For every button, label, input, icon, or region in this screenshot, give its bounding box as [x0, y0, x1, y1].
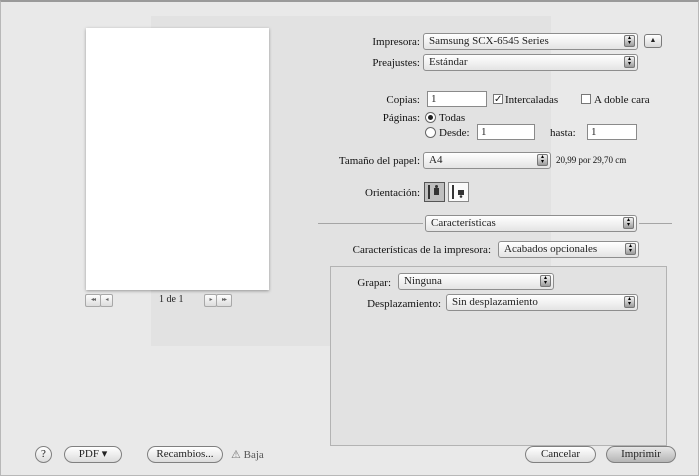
popup-arrows-icon: ▴ ▾: [540, 275, 551, 287]
popup-arrows-icon: ▴ ▾: [624, 296, 635, 308]
pdf-menu-button[interactable]: PDF ▾: [64, 446, 122, 463]
supply-level: ⚠ Baja: [231, 448, 264, 461]
finishing-options-group: [330, 266, 667, 446]
offset-label: Desplazamiento:: [367, 298, 441, 310]
paper-size-popup[interactable]: A4 ▴ ▾: [423, 152, 551, 169]
section-value: Características: [431, 217, 496, 229]
stapling-popup[interactable]: Ninguna ▴ ▾: [398, 273, 554, 290]
popup-arrows-icon: ▴ ▾: [625, 243, 636, 255]
pages-all-radio[interactable]: [425, 112, 436, 123]
duplex-label: A doble cara: [594, 94, 650, 106]
prev-page-button[interactable]: ◂: [100, 294, 113, 307]
landscape-icon: [452, 185, 464, 199]
printer-features-label: Características de la impresora:: [352, 244, 491, 256]
separator-right: [639, 223, 672, 224]
pages-from-label: Desde:: [439, 127, 470, 139]
pages-range-radio[interactable]: [425, 127, 436, 138]
collate-label: Intercaladas: [505, 94, 559, 106]
paper-size-label: Tamaño del papel:: [338, 155, 420, 167]
pages-all-label: Todas: [439, 112, 466, 124]
print-button[interactable]: Imprimir: [606, 446, 676, 463]
popup-arrows-icon: ▴ ▾: [624, 56, 635, 68]
offset-popup[interactable]: Sin desplazamiento ▴ ▾: [446, 294, 638, 311]
page-preview: [86, 28, 269, 290]
copies-label: Copias:: [386, 94, 420, 106]
presets-value: Estándar: [429, 56, 468, 68]
printer-label: Impresora:: [372, 36, 420, 48]
portrait-icon: [428, 185, 439, 199]
section-popup[interactable]: Características ▴ ▾: [425, 215, 637, 232]
help-button[interactable]: ?: [35, 446, 52, 463]
stapling-label: Grapar:: [357, 277, 391, 289]
portrait-orientation-button[interactable]: [424, 182, 445, 202]
printer-popup[interactable]: Samsung SCX-6545 Series ▴ ▾: [423, 33, 638, 50]
popup-arrows-icon: ▴ ▾: [537, 154, 548, 166]
collate-checkbox[interactable]: ✓: [493, 94, 503, 105]
orientation-label: Orientación:: [365, 187, 420, 199]
page-indicator: 1 de 1: [159, 294, 184, 305]
first-page-button[interactable]: ◂◂: [85, 294, 101, 307]
printer-value: Samsung SCX-6545 Series: [429, 35, 549, 47]
printer-features-value: Acabados opcionales: [504, 243, 598, 255]
disclosure-button[interactable]: ▲: [644, 34, 662, 48]
popup-arrows-icon: ▴ ▾: [624, 35, 635, 47]
copies-input[interactable]: 1: [427, 91, 487, 107]
warning-icon: ⚠: [231, 449, 241, 461]
pages-from-input[interactable]: 1: [477, 124, 535, 140]
pages-to-input[interactable]: 1: [587, 124, 637, 140]
landscape-orientation-button[interactable]: [448, 182, 469, 202]
printer-features-popup[interactable]: Acabados opcionales ▴ ▾: [498, 241, 639, 258]
separator-left: [318, 223, 423, 224]
presets-label: Preajustes:: [372, 57, 420, 69]
cancel-button[interactable]: Cancelar: [525, 446, 596, 463]
low-label: Baja: [243, 449, 264, 461]
presets-popup[interactable]: Estándar ▴ ▾: [423, 54, 638, 71]
pages-label: Páginas:: [382, 112, 420, 124]
pages-to-label: hasta:: [550, 127, 576, 139]
paper-dimensions: 20,99 por 29,70 cm: [556, 155, 627, 165]
last-page-button[interactable]: ▸▸: [216, 294, 232, 307]
offset-value: Sin desplazamiento: [452, 296, 538, 308]
stapling-value: Ninguna: [404, 275, 442, 287]
popup-arrows-icon: ▴ ▾: [623, 217, 634, 229]
supplies-button[interactable]: Recambios...: [147, 446, 223, 463]
paper-size-value: A4: [429, 154, 443, 166]
print-dialog: ◂◂ ◂ 1 de 1 ▸ ▸▸ Impresora: Samsung SCX-…: [0, 0, 699, 476]
duplex-checkbox[interactable]: [581, 94, 591, 104]
